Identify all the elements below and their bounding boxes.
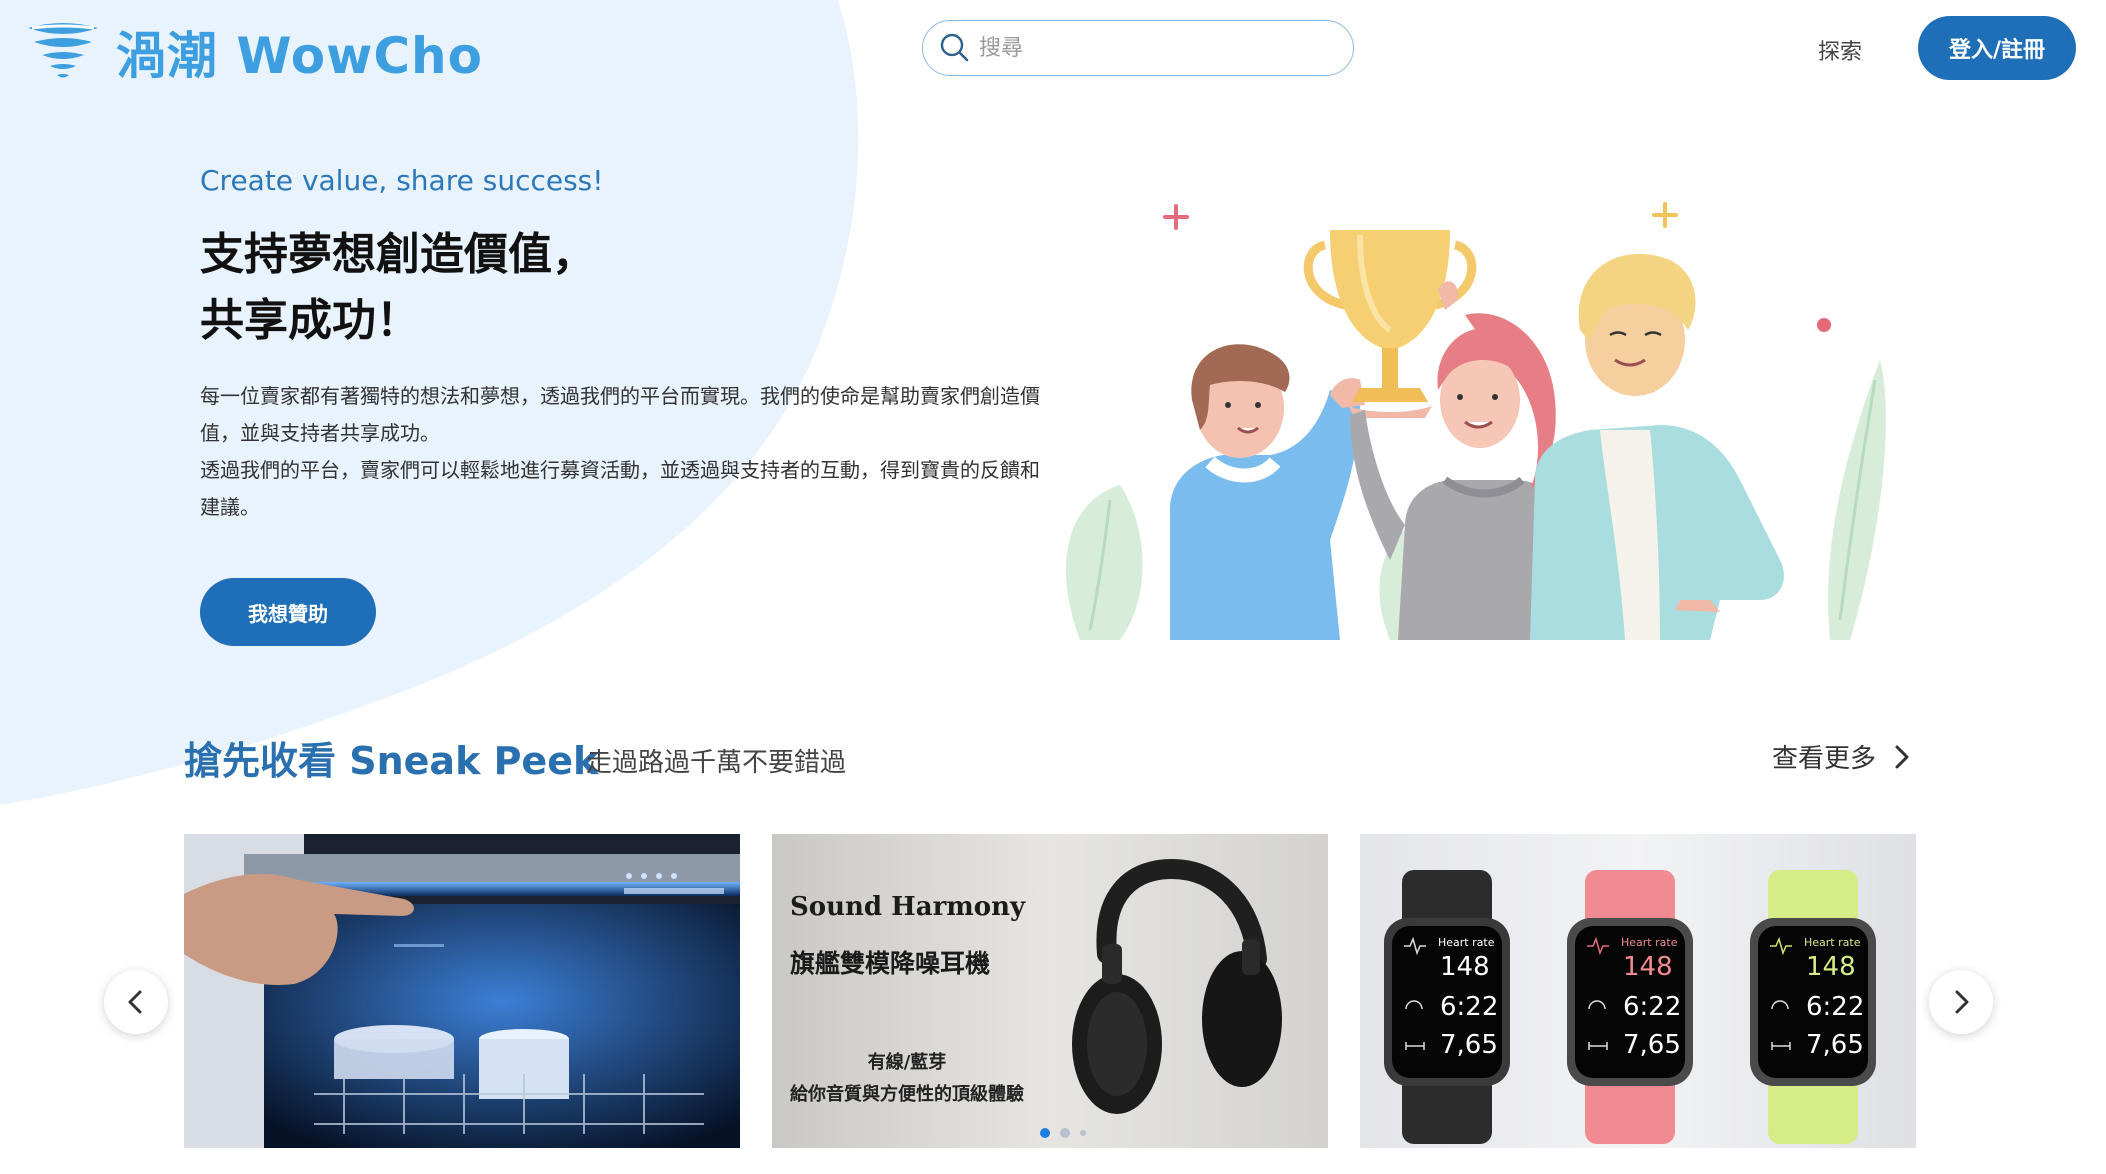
sponsor-button[interactable]: 我想贊助 (200, 578, 376, 646)
see-more-label: 查看更多 (1772, 744, 1877, 774)
product-card-headphones[interactable]: Sound Harmony 旗艦雙模降噪耳機 有線/藍芽 給你音質與方便性的頂級… (772, 834, 1328, 1148)
watch-distance-value: 7,65 (1623, 1030, 1681, 1060)
hero-title-line-1: 支持夢想創造價值， (200, 229, 596, 280)
sparkle-plus-icon (1652, 202, 1678, 228)
carousel-dot[interactable] (1040, 1128, 1050, 1138)
watch-heart-rate-label: Heart rate (1438, 936, 1495, 949)
chevron-right-icon (1955, 990, 1969, 1014)
whirlpool-logo-icon (28, 23, 98, 78)
page: 渦潮 WowCho 探索 登入/註冊 Create value, share s… (0, 0, 2106, 1174)
dishwasher-image (184, 834, 740, 1148)
carousel-prev-button[interactable] (104, 970, 168, 1034)
hero-tagline: Create value, share success! (200, 164, 604, 197)
watch-pace-value: 6:22 (1440, 992, 1499, 1022)
hero-title: 支持夢想創造價值， 共享成功！ (200, 222, 596, 354)
watch-distance-value: 7,65 (1440, 1030, 1498, 1060)
watch-distance-value: 7,65 (1806, 1030, 1864, 1060)
chevron-left-icon (128, 990, 142, 1014)
smartwatch-image (1384, 870, 1876, 1144)
sneak-peek-subtitle: 走過路過千萬不要錯過 (586, 748, 847, 778)
see-more-link[interactable]: 查看更多 (1772, 738, 1912, 775)
headphones-line-2: 給你音質與方便性的頂級體驗 (790, 1084, 1024, 1105)
watch-pace-value: 6:22 (1623, 992, 1682, 1022)
chevron-right-icon (1895, 745, 1909, 768)
search-bar[interactable] (922, 20, 1354, 76)
site-logo[interactable]: 渦潮 WowCho (24, 16, 483, 88)
watch-heart-rate-value: 148 (1440, 952, 1490, 982)
search-icon (940, 33, 969, 62)
headphones-title: 旗艦雙模降噪耳機 (790, 949, 991, 978)
search-input[interactable] (979, 35, 1339, 61)
carousel-dot[interactable] (1080, 1130, 1086, 1136)
headphones-line-1: 有線/藍芽 (867, 1052, 947, 1073)
sneak-peek-title: 搶先收看 Sneak Peek (184, 739, 599, 783)
watch-heart-rate-value: 148 (1806, 952, 1856, 982)
product-card-dishwasher[interactable] (184, 834, 740, 1148)
hero-title-line-2: 共享成功！ (200, 295, 420, 346)
headphones-brand: Sound Harmony (790, 892, 1026, 922)
hero-description: 每一位賣家都有著獨特的想法和夢想，透過我們的平台而實現。我們的使命是幫助賣家們創… (200, 378, 1050, 526)
logo-text: 渦潮 WowCho (116, 27, 483, 85)
watch-heart-rate-label: Heart rate (1804, 936, 1861, 949)
hero-description-para-1: 每一位賣家都有著獨特的想法和夢想，透過我們的平台而實現。我們的使命是幫助賣家們創… (200, 384, 1040, 445)
watch-heart-rate-value: 148 (1623, 952, 1673, 982)
carousel-pagination (1040, 1128, 1086, 1138)
carousel-dot[interactable] (1060, 1128, 1070, 1138)
trophy-celebration-illustration (1065, 202, 1886, 640)
nav-explore-link[interactable]: 探索 (1818, 34, 1862, 66)
product-card-smartwatch[interactable]: Heart rate 148 6:22 7,65 Heart rate 148 … (1360, 834, 1916, 1148)
hero-description-para-2: 透過我們的平台，賣家們可以輕鬆地進行募資活動，並透過與支持者的互動，得到寶貴的反… (200, 458, 1040, 519)
login-register-button[interactable]: 登入/註冊 (1918, 16, 2076, 80)
watch-pace-value: 6:22 (1806, 992, 1865, 1022)
carousel-next-button[interactable] (1929, 970, 1993, 1034)
sparkle-plus-icon (1163, 204, 1189, 230)
man-teal-figure (1530, 253, 1784, 640)
watch-heart-rate-label: Heart rate (1621, 936, 1678, 949)
sparkle-dot-icon (1817, 318, 1831, 332)
man-blue-figure (1170, 344, 1365, 640)
